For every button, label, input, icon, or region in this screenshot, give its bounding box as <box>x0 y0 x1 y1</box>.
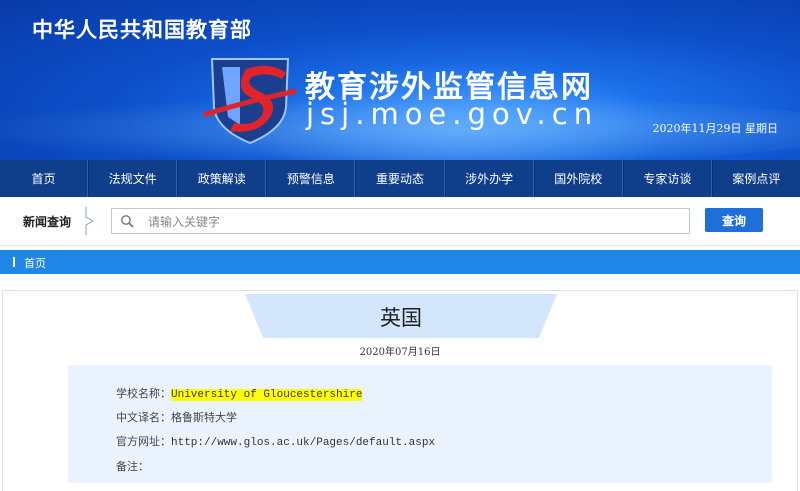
search-button[interactable]: 查询 <box>705 208 763 232</box>
chinese-name-row: 中文译名：格鲁斯特大学 <box>116 409 237 425</box>
nav-item-home[interactable]: 首页 <box>0 160 89 197</box>
nav-item-policy[interactable]: 政策解读 <box>177 160 267 197</box>
main-nav: 首页 法规文件 政策解读 预警信息 重要动态 涉外办学 国外院校 专家访谈 案例… <box>0 160 800 197</box>
nav-item-news[interactable]: 重要动态 <box>355 160 445 197</box>
nav-item-warnings[interactable]: 预警信息 <box>266 160 356 197</box>
nav-item-cases[interactable]: 案例点评 <box>711 160 800 197</box>
search-field[interactable] <box>111 208 690 234</box>
website-label: 官方网址： <box>116 435 171 448</box>
chevron-divider-icon <box>85 207 95 235</box>
current-date: 2020年11月29日 星期日 <box>652 122 779 135</box>
country-title: 英国 <box>380 306 422 330</box>
chinese-name-value: 格鲁斯特大学 <box>171 411 237 424</box>
breadcrumb-home-link[interactable]: 首页 <box>24 255 46 271</box>
school-info-box: 学校名称：University of Gloucestershire 中文译名：… <box>68 365 772 483</box>
news-search-bar: 新闻查询 查询 <box>0 197 800 246</box>
school-name-row: 学校名称：University of Gloucestershire <box>116 385 363 401</box>
website-link[interactable]: http://www.glos.ac.uk/Pages/default.aspx <box>171 437 435 449</box>
publish-date: 2020年07月16日 <box>359 347 441 358</box>
note-row: 备注： <box>116 458 149 474</box>
nav-item-interviews[interactable]: 专家访谈 <box>622 160 712 197</box>
chinese-name-label: 中文译名： <box>116 411 171 424</box>
news-search-label: 新闻查询 <box>23 215 72 229</box>
ministry-name[interactable]: 中华人民共和国教育部 <box>32 14 252 44</box>
article-content: 英国 2020年07月16日 学校名称：University of Glouce… <box>0 282 800 491</box>
note-label: 备注： <box>116 460 149 473</box>
nav-item-foreign-education[interactable]: 涉外办学 <box>444 160 534 197</box>
school-name-label: 学校名称： <box>116 387 171 400</box>
site-logo-icon <box>203 58 297 145</box>
school-name-value: University of Gloucestershire <box>171 389 363 401</box>
site-domain: jsj.moe.gov.cn <box>306 97 599 131</box>
breadcrumb-marker <box>13 257 15 267</box>
search-input[interactable] <box>146 212 680 232</box>
nav-item-regulations[interactable]: 法规文件 <box>88 160 178 197</box>
website-row: 官方网址：http://www.glos.ac.uk/Pages/default… <box>116 433 435 449</box>
breadcrumb: 首页 <box>0 250 800 274</box>
nav-item-foreign-schools[interactable]: 国外院校 <box>533 160 623 197</box>
header-banner: 中华人民共和国教育部 教育涉外监管信息网 jsj.moe.gov.cn 2020… <box>0 0 800 160</box>
search-icon <box>121 215 134 228</box>
